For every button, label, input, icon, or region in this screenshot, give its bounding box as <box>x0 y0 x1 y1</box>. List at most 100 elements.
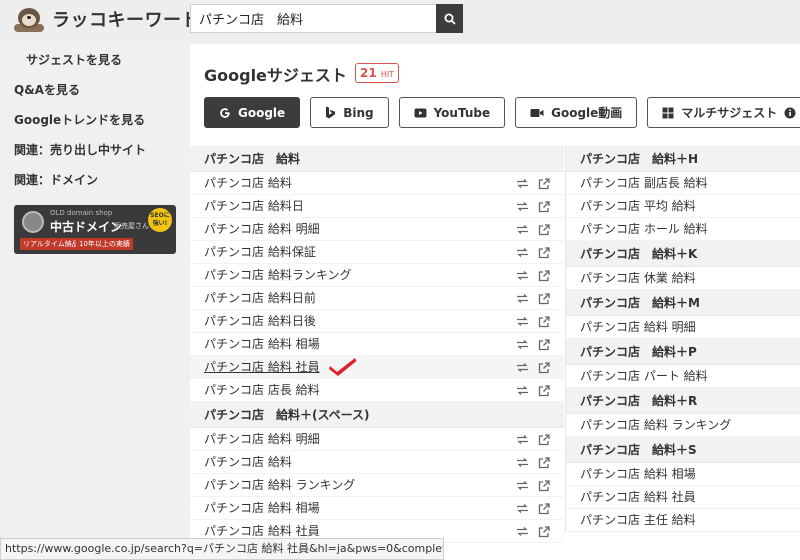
section-heading: パチンコ店 給料＋(スペース) <box>190 402 564 428</box>
youtube-icon <box>414 108 427 117</box>
row-actions <box>516 310 550 333</box>
banner-tag-realtime: リアルタイム納品 <box>20 238 82 250</box>
suggest-link[interactable]: パチンコ店 給料 明細 <box>204 432 320 446</box>
sidebar-item-domain[interactable]: 関連：ドメイン <box>0 165 188 195</box>
tab-google[interactable]: Google <box>204 97 301 128</box>
research-swap-icon[interactable] <box>516 201 529 212</box>
google-g-icon <box>220 107 230 118</box>
research-swap-icon[interactable] <box>516 385 529 396</box>
row-actions <box>516 264 550 287</box>
research-swap-icon[interactable] <box>516 526 529 537</box>
suggest-link[interactable]: パチンコ店 給料日 <box>204 199 304 213</box>
suggest-link[interactable]: パチンコ店 店長 給料 <box>204 383 320 397</box>
search-button[interactable] <box>436 4 463 33</box>
sidebar-item-sites-for-sale[interactable]: 関連：売り出し中サイト <box>0 135 188 165</box>
suggest-link[interactable]: パチンコ店 給料 相場 <box>204 337 320 351</box>
suggest-row: パチンコ店 給料 ランキング <box>566 414 800 437</box>
main-panel: Googleサジェスト 21 HIT Google Bing YouTube G… <box>190 44 800 560</box>
suggest-link[interactable]: パチンコ店 給料 相場 <box>580 467 696 481</box>
suggest-link[interactable]: パチンコ店 給料 ランキング <box>204 478 355 492</box>
suggest-row: パチンコ店 給料 <box>190 172 564 195</box>
research-swap-icon[interactable] <box>516 247 529 258</box>
suggest-row: パチンコ店 給料 社員 <box>190 356 564 379</box>
row-actions <box>516 195 550 218</box>
suggest-link[interactable]: パチンコ店 給料 社員 <box>204 524 320 538</box>
external-link-icon[interactable] <box>538 315 550 328</box>
suggest-link[interactable]: パチンコ店 給料ランキング <box>204 268 351 282</box>
suggest-link[interactable]: パチンコ店 給料 ランキング <box>580 418 731 432</box>
suggest-row: パチンコ店 給料 明細 <box>190 218 564 241</box>
seo-badge-line1: SEOに <box>150 212 170 219</box>
suggest-link[interactable]: パチンコ店 給料 <box>204 455 292 469</box>
row-actions <box>516 520 550 543</box>
research-swap-icon[interactable] <box>516 316 529 327</box>
row-actions <box>516 287 550 310</box>
suggest-link[interactable]: パチンコ店 給料 相場 <box>204 501 320 515</box>
suggest-link[interactable]: パチンコ店 給料 社員 <box>204 360 320 374</box>
external-link-icon[interactable] <box>538 338 550 351</box>
research-swap-icon[interactable] <box>516 503 529 514</box>
tab-multi-suggest-label: マルチサジェスト <box>681 106 778 120</box>
suggest-link[interactable]: パチンコ店 休業 給料 <box>580 271 696 285</box>
external-link-icon[interactable] <box>538 177 550 190</box>
external-link-icon[interactable] <box>538 433 550 446</box>
sidebar-item-suggest[interactable]: サジェストを見る <box>0 45 188 75</box>
tab-youtube[interactable]: YouTube <box>398 97 506 128</box>
external-link-icon[interactable] <box>538 525 550 538</box>
suggest-link[interactable]: パチンコ店 平均 給料 <box>580 199 696 213</box>
used-domain-banner[interactable]: OLD domain shop 中古ドメイン 販売屋さん リアルタイム納品 10… <box>14 205 176 254</box>
row-actions <box>516 356 550 379</box>
suggest-row: パチンコ店 給料 ランキング <box>190 474 564 497</box>
external-link-icon[interactable] <box>538 502 550 515</box>
seo-badge: SEOに 強い! <box>148 208 172 232</box>
research-swap-icon[interactable] <box>516 293 529 304</box>
external-link-icon[interactable] <box>538 361 550 374</box>
research-swap-icon[interactable] <box>516 457 529 468</box>
research-swap-icon[interactable] <box>516 434 529 445</box>
external-link-icon[interactable] <box>538 479 550 492</box>
tab-google-label: Google <box>238 105 286 120</box>
suggest-link[interactable]: パチンコ店 副店長 給料 <box>580 176 708 190</box>
suggest-link[interactable]: パチンコ店 パート 給料 <box>580 369 708 383</box>
tab-multi-suggest[interactable]: マルチサジェスト <box>647 97 800 128</box>
suggest-link[interactable]: パチンコ店 給料日後 <box>204 314 316 328</box>
sidebar-item-qa[interactable]: Q&Aを見る <box>0 75 188 105</box>
suggest-link[interactable]: パチンコ店 給料 明細 <box>580 320 696 334</box>
research-swap-icon[interactable] <box>516 224 529 235</box>
search-input[interactable] <box>190 4 436 33</box>
info-icon[interactable] <box>784 107 796 119</box>
tab-google-video[interactable]: Google動画 <box>515 97 638 128</box>
external-link-icon[interactable] <box>538 246 550 259</box>
suggest-link[interactable]: パチンコ店 給料 <box>204 176 292 190</box>
seo-badge-line2: 強い! <box>152 220 168 227</box>
research-swap-icon[interactable] <box>516 480 529 491</box>
suggest-link[interactable]: パチンコ店 給料 社員 <box>580 490 696 504</box>
external-link-icon[interactable] <box>538 292 550 305</box>
external-link-icon[interactable] <box>538 269 550 282</box>
site-logo[interactable]: ラッコキーワード <box>12 6 200 32</box>
suggest-row: パチンコ店 給料日 <box>190 195 564 218</box>
research-swap-icon[interactable] <box>516 339 529 350</box>
suggest-link[interactable]: パチンコ店 主任 給料 <box>580 513 696 527</box>
row-actions <box>516 218 550 241</box>
disk-icon <box>22 211 44 233</box>
banner-subtitle: 販売屋さん <box>114 222 149 230</box>
tab-bing[interactable]: Bing <box>310 97 389 128</box>
research-swap-icon[interactable] <box>516 362 529 373</box>
row-actions <box>516 428 550 451</box>
external-link-icon[interactable] <box>538 456 550 469</box>
suggest-link[interactable]: パチンコ店 給料 明細 <box>204 222 320 236</box>
sidebar-item-google-trends[interactable]: Googleトレンドを見る <box>0 105 188 135</box>
research-swap-icon[interactable] <box>516 178 529 189</box>
research-swap-icon[interactable] <box>516 270 529 281</box>
suggest-link[interactable]: パチンコ店 ホール 給料 <box>580 222 708 236</box>
suggest-row: パチンコ店 休業 給料 <box>566 267 800 290</box>
right-suggest-column: パチンコ店 給料＋H パチンコ店 副店長 給料 パチンコ店 平均 給料 パチンコ店 ホ… <box>565 146 800 532</box>
suggest-link[interactable]: パチンコ店 給料日前 <box>204 291 316 305</box>
external-link-icon[interactable] <box>538 223 550 236</box>
section-heading: パチンコ店 給料＋M <box>566 290 800 316</box>
suggest-link[interactable]: パチンコ店 給料保証 <box>204 245 316 259</box>
external-link-icon[interactable] <box>538 384 550 397</box>
search-bar <box>190 4 463 33</box>
external-link-icon[interactable] <box>538 200 550 213</box>
